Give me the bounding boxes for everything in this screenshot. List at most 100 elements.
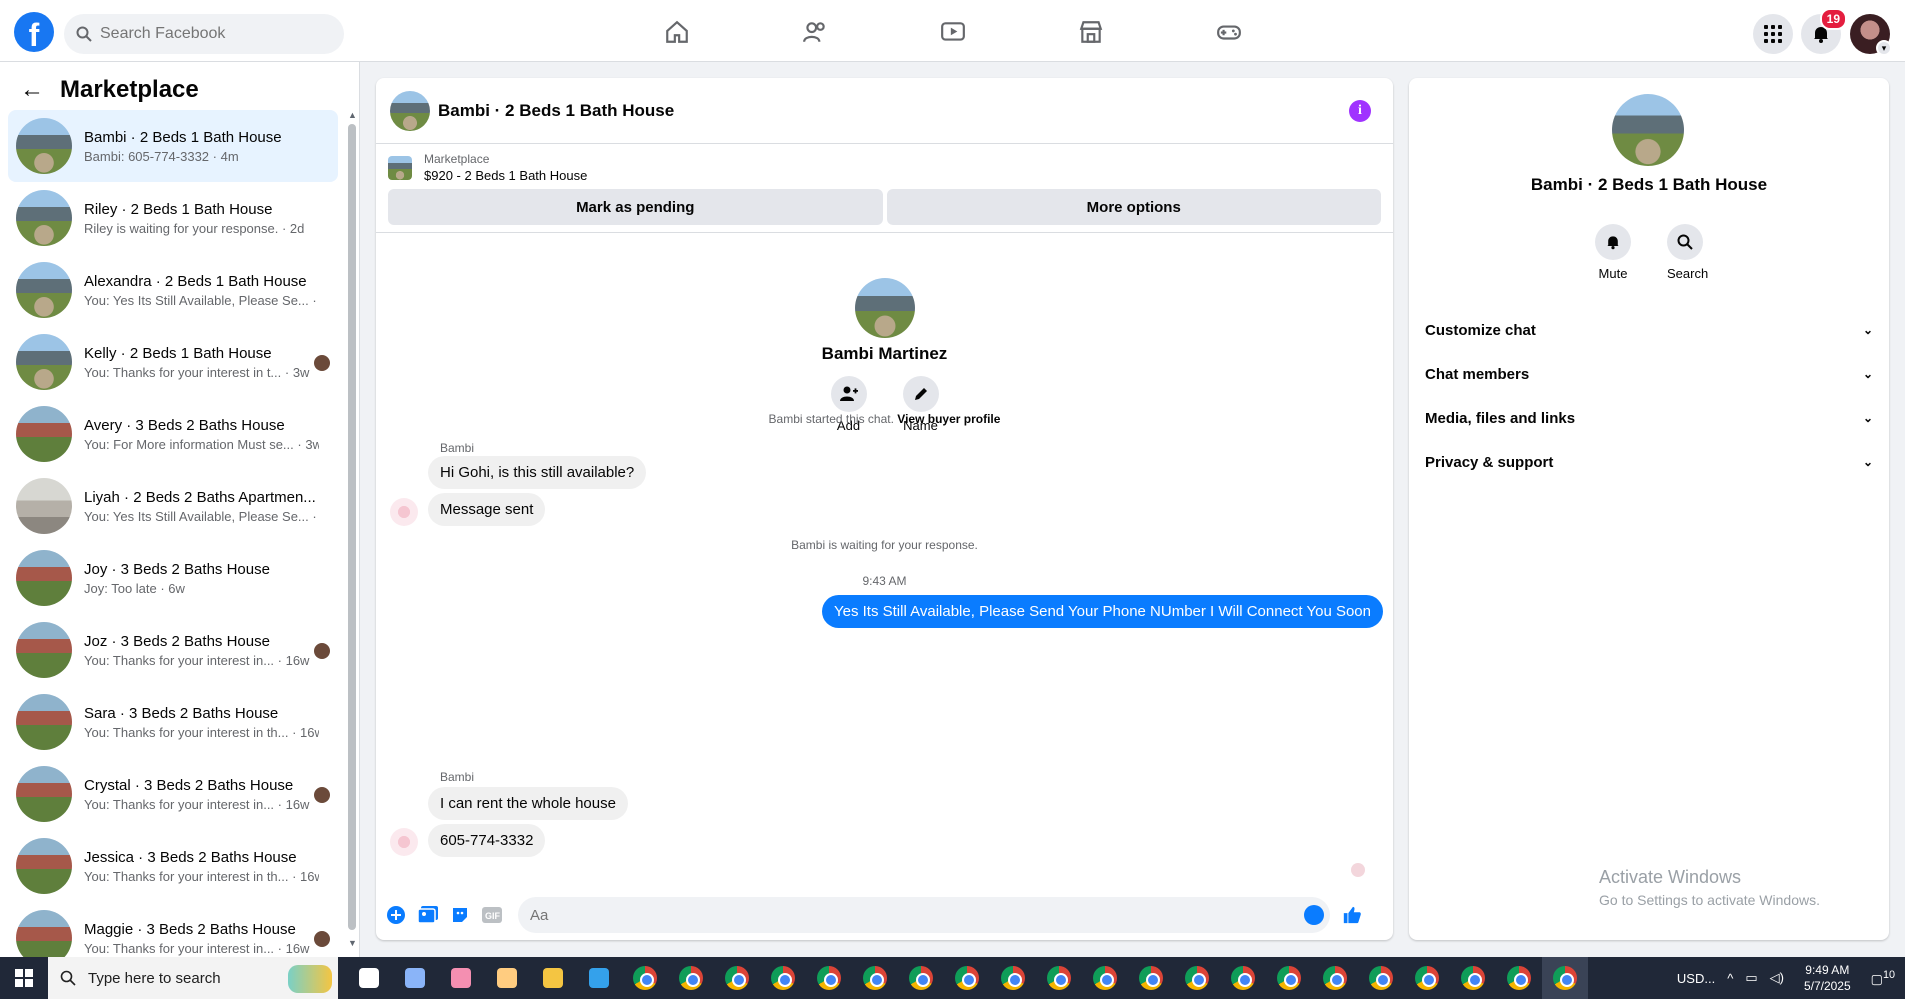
chat-members-section[interactable]: Chat members ⌄ [1425,352,1873,396]
gaming-controller-icon[interactable] [1213,16,1245,48]
conversation-list-item[interactable]: Maggie · 3 Beds 2 Baths House You: Thanks… [8,902,338,957]
scroll-up-arrow-icon[interactable]: ▲ [348,110,357,120]
sender-avatar[interactable] [390,498,418,526]
incoming-message[interactable]: Hi Gohi, is this still available? [428,456,647,489]
chrome-browser-icon[interactable] [806,957,852,999]
volume-icon[interactable]: ◁) [1770,970,1784,986]
info-icon[interactable]: i [1349,100,1371,122]
chrome-browser-icon[interactable] [1220,957,1266,999]
conversation-list-item[interactable]: Bambi · 2 Beds 1 Bath House Bambi: 605-77… [8,110,338,182]
file-explorer-icon[interactable] [530,957,576,999]
windows-start-button[interactable] [0,957,48,999]
customize-chat-section[interactable]: Customize chat ⌄ [1425,308,1873,352]
listing-thumbnail [16,838,72,894]
edge-browser-icon[interactable] [576,957,622,999]
incoming-message[interactable]: 605-774-3332 [428,824,546,857]
marketplace-store-icon[interactable] [1075,16,1107,48]
listing-row[interactable]: Marketplace $920 - 2 Beds 1 Bath House [388,152,1381,183]
conversation-list-item[interactable]: Riley · 2 Beds 1 Bath House Riley is wait… [8,182,338,254]
watch-video-icon[interactable] [937,16,969,48]
chrome-browser-icon[interactable] [1128,957,1174,999]
chrome-browser-icon[interactable] [990,957,1036,999]
chrome-browser-icon[interactable] [668,957,714,999]
chrome-browser-icon[interactable] [714,957,760,999]
conversation-list-item[interactable]: Sara · 3 Beds 2 Baths House You: Thanks f… [8,686,338,758]
chrome-browser-icon[interactable] [898,957,944,999]
sidebar-scrollbar[interactable]: ▲ ▼ [348,110,357,950]
facebook-search-box[interactable] [64,14,344,54]
media-files-links-section[interactable]: Media, files and links ⌄ [1425,396,1873,440]
chrome-browser-icon[interactable] [760,957,806,999]
task-view-icon[interactable] [346,957,392,999]
search-input[interactable] [100,25,320,43]
timestamp: 9:43 AM [862,574,907,588]
conversation-list-item[interactable]: Liyah · 2 Beds 2 Baths Apartmen... You: Y… [8,470,338,542]
conversation-list-item[interactable]: Avery · 3 Beds 2 Baths House You: For Mor… [8,398,338,470]
photos-icon[interactable] [484,957,530,999]
chat-header-thumbnail[interactable] [390,90,430,131]
thumbs-up-icon[interactable] [1342,905,1362,925]
friends-icon[interactable] [799,16,831,48]
listing-price-title: $920 - 2 Beds 1 Bath House [424,168,588,183]
photo-icon[interactable] [418,905,438,925]
gif-icon[interactable]: GIF [482,905,502,925]
chrome-browser-icon[interactable] [1358,957,1404,999]
clock[interactable]: 9:49 AM 5/7/2025 [1804,962,1851,994]
sender-avatar[interactable] [390,828,418,856]
conversation-list-item[interactable]: Joy · 3 Beds 2 Baths House Joy: Too late … [8,542,338,614]
copilot-icon[interactable] [438,957,484,999]
profile-name[interactable]: Bambi Martinez [376,344,1393,364]
more-options-button[interactable]: More options [886,189,1381,225]
chrome-browser-icon[interactable] [1404,957,1450,999]
chrome-browser-icon[interactable] [1036,957,1082,999]
chrome-browser-icon[interactable] [1450,957,1496,999]
incoming-message[interactable]: Message sent [428,493,546,526]
chrome-browser-icon[interactable] [1266,957,1312,999]
message-input-box[interactable] [518,897,1330,933]
conversation-title: Bambi · 2 Beds 1 Bath House [84,128,282,146]
conversation-thumbnail[interactable] [1612,94,1684,166]
facebook-logo[interactable]: f [14,12,54,52]
sticker-icon[interactable] [450,905,470,925]
chrome-browser-icon[interactable] [1542,957,1588,999]
scrollbar-thumb[interactable] [348,124,356,930]
profile-thumbnail[interactable] [854,278,915,338]
notification-center-icon[interactable]: ▢10 [1871,969,1895,987]
view-buyer-profile-link[interactable]: View buyer profile [897,412,1000,426]
emoji-icon[interactable] [1304,905,1324,925]
outgoing-message[interactable]: Yes Its Still Available, Please Send You… [821,595,1383,628]
conversation-list-item[interactable]: Jessica · 3 Beds 2 Baths House You: Thank… [8,830,338,902]
scroll-down-arrow-icon[interactable]: ▼ [348,938,357,948]
privacy-support-section[interactable]: Privacy & support ⌄ [1425,440,1873,484]
conversation-preview: You: Yes Its Still Available, Please Se.… [84,508,319,524]
search-conversation-button[interactable]: Search [1667,224,1708,281]
message-composer: GIF [376,891,1393,939]
mark-as-pending-button[interactable]: Mark as pending [388,189,883,225]
chrome-browser-icon[interactable] [944,957,990,999]
chrome-browser-icon[interactable] [1174,957,1220,999]
chrome-browser-icon[interactable] [1496,957,1542,999]
back-arrow-icon[interactable]: ← [20,76,44,104]
conversation-list-item[interactable]: Kelly · 2 Beds 1 Bath House You: Thanks f… [8,326,338,398]
mute-button[interactable]: Mute [1595,224,1631,281]
chevron-up-icon[interactable]: ^ [1727,971,1733,986]
message-input[interactable] [530,906,1290,924]
plus-circle-icon[interactable] [386,905,406,925]
conversation-list-item[interactable]: Alexandra · 2 Beds 1 Bath House You: Yes … [8,254,338,326]
chrome-browser-icon[interactable] [852,957,898,999]
notifications-button[interactable]: 19 [1801,8,1847,54]
chrome-browser-icon[interactable] [622,957,668,999]
chevron-down-icon[interactable]: ▾ [1876,40,1892,56]
incoming-message[interactable]: I can rent the whole house [428,787,628,820]
currency-widget[interactable]: USD... [1677,971,1715,986]
chrome-browser-icon[interactable] [1312,957,1358,999]
chat-title[interactable]: Bambi · 2 Beds 1 Bath House [438,101,674,121]
paint-app-icon[interactable] [392,957,438,999]
menu-grid-button[interactable] [1753,14,1793,54]
conversation-list-item[interactable]: Crystal · 3 Beds 2 Baths House You: Thank… [8,758,338,830]
taskbar-search-box[interactable]: Type here to search [48,957,338,999]
home-icon[interactable] [661,16,693,48]
chrome-browser-icon[interactable] [1082,957,1128,999]
conversation-list-item[interactable]: Joz · 3 Beds 2 Baths House You: Thanks fo… [8,614,338,686]
network-icon[interactable]: ▭ [1745,970,1757,986]
